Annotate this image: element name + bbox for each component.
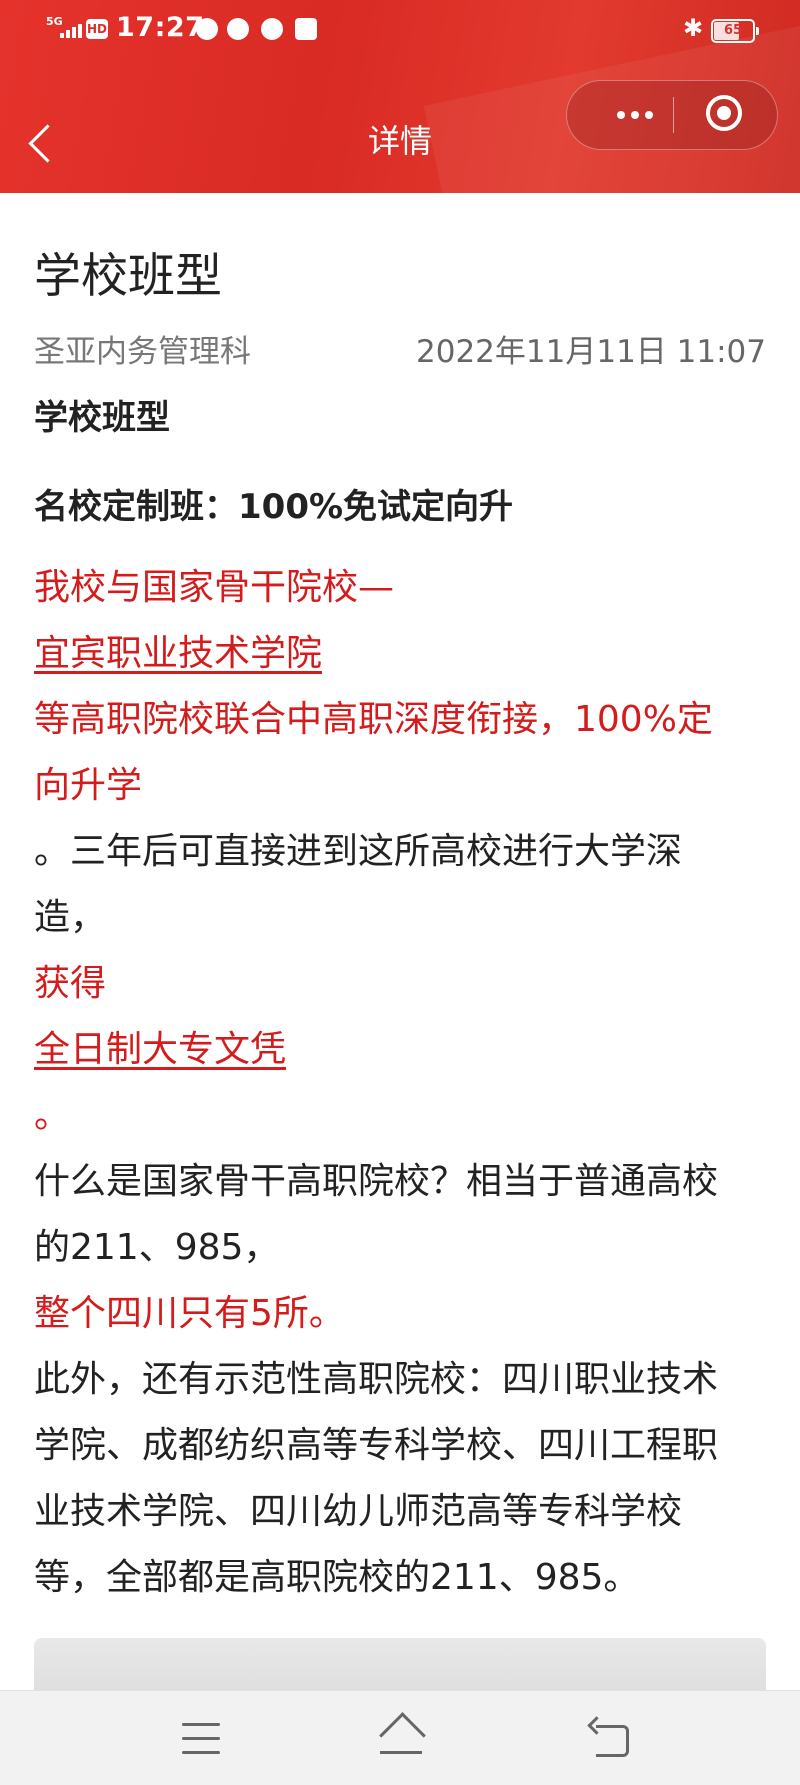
- paragraph-line: 。三年后可直接进到这所高校进行大学深: [34, 831, 683, 872]
- article-date: 2022年11月11日 11:07: [416, 334, 766, 370]
- paragraph-line: 我校与国家骨干院校—: [34, 567, 395, 608]
- hd-icon: HD: [86, 19, 108, 39]
- page-title: 详情: [367, 122, 432, 160]
- paragraph-line: 学院、成都纺织高等专科学校、四川工程职: [34, 1425, 719, 1466]
- paragraph-line: 。: [34, 1095, 71, 1136]
- home-icon[interactable]: [376, 1712, 426, 1759]
- status-time: 17:27: [116, 12, 205, 43]
- top-bar: 5G HD 17:27 ✱ 65 详情: [0, 0, 800, 193]
- section-heading: 学校班型: [34, 398, 170, 438]
- highlight-link[interactable]: 宜宾职业技术学院: [34, 621, 322, 687]
- signal-icon: 5G: [46, 16, 82, 46]
- paragraph-line: 此外，还有示范性高职院校：四川职业技术: [34, 1359, 719, 1400]
- capsule-divider: [673, 97, 674, 133]
- search-app-icon: [261, 18, 283, 40]
- highlight-link[interactable]: 全日制大专文凭: [34, 1017, 286, 1083]
- paragraph-line: 等高职院校联合中高职深度衔接，100%定: [34, 699, 713, 740]
- paragraph-line: 向升学: [34, 765, 143, 806]
- paragraph-line: 等，全部都是高职院校的211、985。: [34, 1557, 640, 1598]
- article-image[interactable]: [34, 1638, 766, 1698]
- paragraph-line: 整个四川只有5所。: [34, 1293, 345, 1334]
- paragraph-line: 造，: [34, 897, 107, 938]
- return-icon[interactable]: [587, 1716, 630, 1757]
- battery-icon: 65: [711, 19, 759, 43]
- paragraph-line: 获得: [34, 963, 107, 1004]
- more-icon[interactable]: [597, 81, 673, 149]
- compass-icon: [196, 18, 218, 40]
- wechat-icon: [227, 18, 249, 40]
- menu-icon[interactable]: [182, 1723, 220, 1755]
- system-nav-bar: [0, 1690, 800, 1785]
- article-title: 学校班型: [34, 249, 222, 304]
- article-author[interactable]: 圣亚内务管理科: [34, 326, 251, 371]
- close-miniprogram-icon[interactable]: [706, 95, 742, 131]
- subheading: 名校定制班：100%免试定向升: [34, 487, 514, 527]
- paragraph-line: 业技术学院、四川幼儿师范高等专科学校: [34, 1491, 683, 1532]
- paragraph-line: 的211、985，: [34, 1227, 280, 1268]
- miniprogram-capsule: [566, 80, 778, 150]
- bluetooth-icon: ✱: [683, 14, 704, 42]
- status-bar: 5G HD 17:27 ✱ 65: [0, 0, 800, 62]
- app-icon: [295, 18, 317, 40]
- paragraph-line: 什么是国家骨干高职院校？相当于普通高校: [34, 1161, 719, 1202]
